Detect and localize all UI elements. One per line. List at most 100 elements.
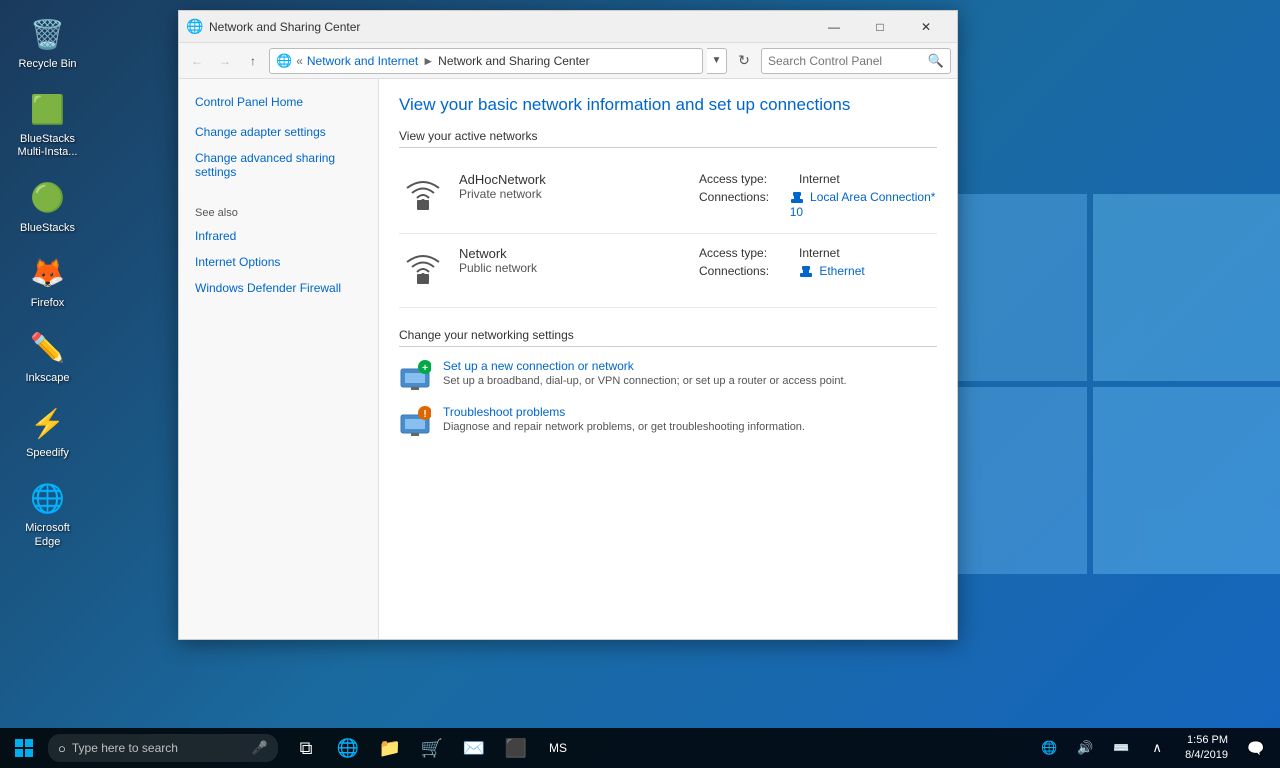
start-button[interactable] (0, 728, 48, 768)
taskbar-store[interactable]: 🛒 (412, 728, 452, 768)
adhoc-network-info: AdHocNetwork Private network (399, 172, 679, 221)
taskbar-search-icon: ○ (58, 741, 66, 756)
taskbar: ○ Type here to search 🎤 ⧉ 🌐 📁 🛒 ✉️ ⬛ MS … (0, 728, 1280, 768)
desktop-icon-edge[interactable]: 🌐 Microsoft Edge (10, 474, 85, 552)
troubleshoot-link[interactable]: Troubleshoot problems (443, 405, 805, 419)
address-bar: ← → ↑ 🌐 « Network and Internet ► Network… (179, 43, 957, 79)
sidebar-windows-firewall[interactable]: Windows Defender Firewall (195, 277, 362, 299)
adhoc-network-row: AdHocNetwork Private network Access type… (399, 160, 937, 234)
inkscape-icon: ✏️ (28, 328, 68, 368)
network-icon-area: Network Public network (399, 246, 679, 295)
taskbar-lang-app[interactable]: MS (538, 728, 578, 768)
address-dropdown[interactable]: ▼ (707, 48, 727, 74)
sidebar-control-panel-home[interactable]: Control Panel Home (179, 91, 378, 113)
breadcrumb-sep-1: « (296, 54, 303, 68)
taskbar-clock[interactable]: 1:56 PM 8/4/2019 (1177, 733, 1236, 764)
search-box[interactable]: 🔍 (761, 48, 951, 74)
setup-connection-link[interactable]: Set up a new connection or network (443, 359, 847, 373)
adhoc-conn-label: Connections: (699, 190, 790, 219)
network-conn-value: Ethernet (799, 264, 865, 279)
sidebar-infrared[interactable]: Infrared (195, 225, 362, 247)
adhoc-access-row: Access type: Internet (699, 172, 937, 186)
taskbar-show-hidden[interactable]: ∧ (1141, 728, 1173, 768)
address-path[interactable]: 🌐 « Network and Internet ► Network and S… (269, 48, 703, 74)
bluestacks-label: BlueStacks (20, 222, 75, 235)
taskbar-mail[interactable]: ✉️ (454, 728, 494, 768)
taskbar-search-text: Type here to search (72, 741, 178, 755)
svg-text:!: ! (423, 409, 426, 420)
network-icon (399, 248, 447, 295)
page-title: View your basic network information and … (399, 95, 937, 115)
forward-button[interactable]: → (213, 49, 237, 73)
adhoc-access-value: Internet (799, 172, 840, 186)
desktop-icon-recycle-bin[interactable]: 🗑️ Recycle Bin (10, 10, 85, 75)
adhoc-icon-area: AdHocNetwork Private network (399, 172, 679, 221)
network-type: Public network (459, 261, 537, 275)
adhoc-conn-link[interactable]: Local Area Connection* 10 (790, 190, 936, 219)
setup-connection-desc: Set up a broadband, dial-up, or VPN conn… (443, 375, 847, 387)
desktop-icon-speedify[interactable]: ⚡ Speedify (10, 399, 85, 464)
desktop-icon-firefox[interactable]: 🦊 Firefox (10, 249, 85, 314)
taskbar-keyboard-icon[interactable]: ⌨️ (1105, 728, 1137, 768)
adhoc-network-icon (399, 174, 447, 221)
adhoc-access-label: Access type: (699, 172, 799, 186)
taskbar-mic-icon: 🎤 (252, 740, 268, 756)
desktop-icon-bluestacks[interactable]: 🟢 BlueStacks (10, 174, 85, 239)
taskbar-notification[interactable]: 🗨️ (1240, 728, 1272, 768)
adhoc-name: AdHocNetwork (459, 172, 546, 187)
maximize-button[interactable]: □ (857, 11, 903, 43)
search-icon: 🔍 (928, 53, 944, 69)
title-bar-buttons: — □ ✕ (811, 11, 949, 43)
network-conn-row: Connections: Ethernet (699, 264, 937, 279)
taskbar-search-box[interactable]: ○ Type here to search 🎤 (48, 734, 278, 762)
recycle-bin-icon: 🗑️ (28, 14, 68, 54)
up-button[interactable]: ↑ (241, 49, 265, 73)
network-details: Access type: Internet Connections: (679, 246, 937, 279)
network-access-row: Access type: Internet (699, 246, 937, 260)
taskbar-explorer[interactable]: 📁 (370, 728, 410, 768)
title-bar: 🌐 Network and Sharing Center — □ ✕ (179, 11, 957, 43)
clock-time: 1:56 PM (1187, 733, 1228, 748)
sidebar-change-adapter[interactable]: Change adapter settings (179, 121, 378, 143)
troubleshoot-item: ! Troubleshoot problems Diagnose and rep… (399, 405, 937, 437)
network-row: Network Public network Access type: Inte… (399, 234, 937, 308)
taskbar-volume-icon[interactable]: 🔊 (1069, 728, 1101, 768)
network-access-label: Access type: (699, 246, 799, 260)
network-name-type: Network Public network (459, 246, 537, 275)
taskbar-cmd[interactable]: ⬛ (496, 728, 536, 768)
setup-connection-item: + Set up a new connection or network Set… (399, 359, 937, 391)
refresh-button[interactable]: ↻ (731, 48, 757, 74)
taskbar-task-view[interactable]: ⧉ (286, 728, 326, 768)
sidebar-change-advanced[interactable]: Change advanced sharingsettings (179, 147, 378, 183)
edge-label: Microsoft Edge (14, 522, 81, 548)
close-button[interactable]: ✕ (903, 11, 949, 43)
network-access-value: Internet (799, 246, 840, 260)
recycle-bin-label: Recycle Bin (18, 58, 76, 71)
window-body: Control Panel Home Change adapter settin… (179, 79, 957, 639)
adhoc-type: Private network (459, 187, 546, 201)
bluestacks-icon: 🟢 (28, 178, 68, 218)
minimize-button[interactable]: — (811, 11, 857, 43)
taskbar-network-icon[interactable]: 🌐 (1033, 728, 1065, 768)
speedify-label: Speedify (26, 447, 69, 460)
network-name: Network (459, 246, 537, 261)
clock-date: 8/4/2019 (1185, 748, 1228, 763)
breadcrumb-network-internet[interactable]: Network and Internet (307, 54, 418, 68)
desktop-icon-bluestacks-multi[interactable]: 🟩 BlueStacks Multi-Insta... (10, 85, 85, 163)
network-conn-link[interactable]: Ethernet (819, 264, 864, 278)
taskbar-edge[interactable]: 🌐 (328, 728, 368, 768)
adhoc-conn-row: Connections: Local Area Connection* 10 (699, 190, 937, 219)
adhoc-name-type: AdHocNetwork Private network (459, 172, 546, 201)
network-sharing-center-window: 🌐 Network and Sharing Center — □ ✕ ← → ↑… (178, 10, 958, 640)
window-title: Network and Sharing Center (209, 20, 811, 34)
sidebar-internet-options[interactable]: Internet Options (195, 251, 362, 273)
search-input[interactable] (768, 54, 928, 68)
change-settings-section: Change your networking settings + (399, 328, 937, 437)
inkscape-label: Inkscape (25, 372, 69, 385)
desktop-icons: 🗑️ Recycle Bin 🟩 BlueStacks Multi-Insta.… (10, 10, 85, 553)
change-settings-header: Change your networking settings (399, 328, 937, 347)
back-button[interactable]: ← (185, 49, 209, 73)
desktop-icon-inkscape[interactable]: ✏️ Inkscape (10, 324, 85, 389)
main-content: View your basic network information and … (379, 79, 957, 639)
troubleshoot-text: Troubleshoot problems Diagnose and repai… (443, 405, 805, 433)
